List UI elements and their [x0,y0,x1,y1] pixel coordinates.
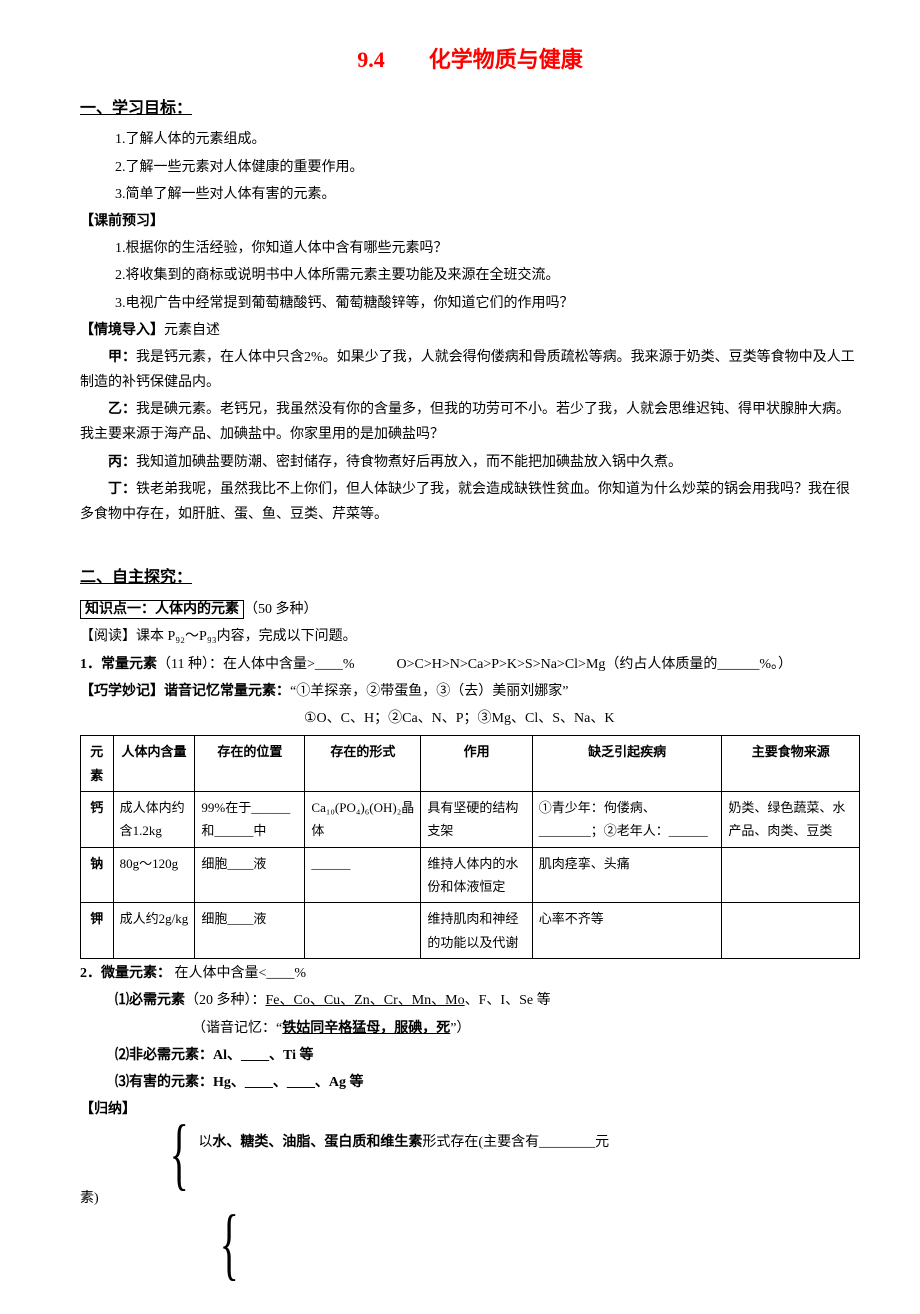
changliang-text: （11 种）：在人体中含量>____% O>C>H>N>Ca>P>K>S>Na>… [157,657,792,672]
mnemonic-quote: “①羊探亲，②带蛋鱼，③（去）美丽刘娜家” [290,684,568,699]
mnemonic-line2: ①O、C、H；②Ca、N、P；③Mg、Cl、S、Na、K [80,706,860,731]
th-source: 主要食物来源 [722,736,860,792]
cell-loc: 99%在于______和______中 [195,791,305,847]
yi-label: 乙： [108,402,136,417]
curly-brace-icon: { [220,1214,239,1274]
item1-mn-end: ”） [450,1021,470,1036]
cell-def: 心率不齐等 [532,903,722,959]
read-row: 【阅读】课本 P₉₂～P₉₃内容，完成以下问题。 [80,624,860,649]
th-form: 存在的形式 [305,736,421,792]
item1-mn: （谐音记忆：“ [192,1021,282,1036]
s1b: 水、糖类、油脂、蛋白质和维生素 [212,1135,422,1150]
summary-line1-cont: 素) [80,1186,860,1211]
table-row: 钙 成人体内约含1.2kg 99%在于______和______中 Ca₁₀(P… [81,791,860,847]
preview-3: 3.电视广告中经常提到葡萄糖酸钙、葡萄糖酸锌等，你知道它们的作用吗？ [80,291,860,316]
intro-yi: 乙：我是碘元素。老钙兄，我虽然没有你的含量多，但我的功劳可不小。若少了我，人就会… [80,397,860,447]
cell-def: 肌肉痉挛、头痛 [532,847,722,903]
summary-row: { 以水、糖类、油脂、蛋白质和维生素形式存在(主要含有________元 [80,1124,860,1184]
cell-def: ①青少年：佝偻病、________；②老年人：______ [532,791,722,847]
cell-role: 维持人体内的水份和体液恒定 [421,847,532,903]
th-location: 存在的位置 [195,736,305,792]
th-role: 作用 [421,736,532,792]
jia-label: 甲： [108,350,136,365]
section2-header: 二、自主探究： [80,564,860,593]
item1-mn-u: 铁姑同辛格猛母，服碘，死 [282,1021,450,1036]
section1-header: 一、学习目标： [80,95,860,124]
intro-header-row: 【情境导入】元素自述 [80,318,860,343]
weiliang-item1-mnemonic: （谐音记忆：“铁姑同辛格猛母，服碘，死”） [80,1016,860,1041]
cell-amount: 80g～120g [113,847,195,903]
cell-loc: 细胞____液 [195,903,305,959]
cell-amount: 成人体内约含1.2kg [113,791,195,847]
preview-2: 2.将收集到的商标或说明书中人体所需元素主要功能及来源在全班交流。 [80,263,860,288]
guina-head: 【归纳】 [80,1102,136,1117]
curly-brace-icon: { [170,1124,189,1184]
cell-src [722,903,860,959]
preview-header-text: 【课前预习】 [80,214,164,229]
item2-text: ⑵非必需元素：Al、____、Ti 等 [115,1048,313,1063]
cell-role: 具有坚硬的结构支架 [421,791,532,847]
yi-text: 我是碘元素。老钙兄，我虽然没有你的含量多，但我的功劳可不小。若少了我，人就会思维… [80,402,850,442]
cell-el: 钙 [81,791,114,847]
table-row: 钾 成人约2g/kg 细胞____液 维持肌肉和神经的功能以及代谢 心率不齐等 [81,903,860,959]
table-row: 钠 80g～120g 细胞____液 ______ 维持人体内的水份和体液恒定 … [81,847,860,903]
cell-el: 钠 [81,847,114,903]
cell-form: Ca₁₀(PO₄)₆(OH)₂晶体 [305,791,421,847]
intro-header: 【情境导入】 [80,323,164,338]
s1c: 形式存在(主要含有________元 [422,1135,609,1150]
weiliang-item2: ⑵非必需元素：Al、____、Ti 等 [80,1043,860,1068]
summary-line1: 以水、糖类、油脂、蛋白质和维生素形式存在(主要含有________元 [198,1124,860,1155]
weiliang-item3: ⑶有害的元素：Hg、____、____、Ag 等 [80,1070,860,1095]
guina-row: 【归纳】 [80,1097,860,1122]
changliang-row: 1．常量元素（11 种）：在人体中含量>____% O>C>H>N>Ca>P>K… [80,652,860,677]
cell-role: 维持肌肉和神经的功能以及代谢 [421,903,532,959]
ding-text: 铁老弟我呢，虽然我比不上你们，但人体缺少了我，就会造成缺铁性贫血。你知道为什么炒… [80,482,850,522]
cell-src [722,847,860,903]
preview-header: 【课前预习】 [80,209,860,234]
intro-ding: 丁：铁老弟我呢，虽然我比不上你们，但人体缺少了我，就会造成缺铁性贫血。你知道为什… [80,477,860,527]
bing-label: 丙： [108,455,136,470]
goal-2: 2.了解一些元素对人体健康的重要作用。 [80,155,860,180]
mnemonic-row: 【巧学妙记】谐音记忆常量元素：“①羊探亲，②带蛋鱼，③（去）美丽刘娜家” [80,679,860,704]
item3-text: ⑶有害的元素：Hg、____、____、Ag 等 [115,1075,364,1090]
intro-subtitle: 元素自述 [164,323,220,338]
th-amount: 人体内含量 [113,736,195,792]
intro-bing: 丙：我知道加碘盐要防潮、密封储存，待食物煮好后再放入，而不能把加碘盐放入锅中久煮… [80,450,860,475]
knowledge1-note: （50 多种） [244,602,318,617]
cell-src: 奶类、绿色蔬菜、水产品、肉类、豆类 [722,791,860,847]
table-header-row: 元素 人体内含量 存在的位置 存在的形式 作用 缺乏引起疾病 主要食物来源 [81,736,860,792]
cell-amount: 成人约2g/kg [113,903,195,959]
cell-loc: 细胞____液 [195,847,305,903]
cell-form [305,903,421,959]
weiliang-row: 2．微量元素： 在人体中含量<____% [80,961,860,986]
goal-3: 3.简单了解一些对人体有害的元素。 [80,182,860,207]
summary-row2: { [80,1214,860,1274]
mnemonic-head: 【巧学妙记】谐音记忆常量元素： [80,684,290,699]
elements-table: 元素 人体内含量 存在的位置 存在的形式 作用 缺乏引起疾病 主要食物来源 钙 … [80,735,860,959]
item1-rest: 、F、I、Se 等 [465,993,551,1008]
item1-list: Fe、Co、Cu、Zn、Cr、Mn、Mo [266,993,465,1008]
th-element: 元素 [81,736,114,792]
cell-form: ______ [305,847,421,903]
item1-label: ⑴必需元素 [115,993,185,1008]
ding-label: 丁： [108,482,136,497]
document-title: 9.4 化学物质与健康 [80,40,860,80]
changliang-label: 1．常量元素 [80,657,157,672]
s1a: 以 [198,1135,212,1150]
item1-text: （20 多种）： [185,993,266,1008]
goal-1: 1.了解人体的元素组成。 [80,127,860,152]
th-deficiency: 缺乏引起疾病 [532,736,722,792]
weiliang-label: 2．微量元素： [80,966,171,981]
knowledge1-row: 知识点一：人体内的元素（50 多种） [80,597,860,622]
weiliang-item1: ⑴必需元素（20 多种）：Fe、Co、Cu、Zn、Cr、Mn、Mo、F、I、Se… [80,988,860,1013]
weiliang-text: 在人体中含量<____% [171,966,306,981]
intro-jia: 甲：我是钙元素，在人体中只含2%。如果少了我，人就会得佝偻病和骨质疏松等病。我来… [80,345,860,395]
preview-1: 1.根据你的生活经验，你知道人体中含有哪些元素吗？ [80,236,860,261]
knowledge1-title: 知识点一：人体内的元素 [80,600,244,619]
cell-el: 钾 [81,903,114,959]
jia-text: 我是钙元素，在人体中只含2%。如果少了我，人就会得佝偻病和骨质疏松等病。我来源于… [80,350,855,390]
bing-text: 我知道加碘盐要防潮、密封储存，待食物煮好后再放入，而不能把加碘盐放入锅中久煮。 [136,455,682,470]
